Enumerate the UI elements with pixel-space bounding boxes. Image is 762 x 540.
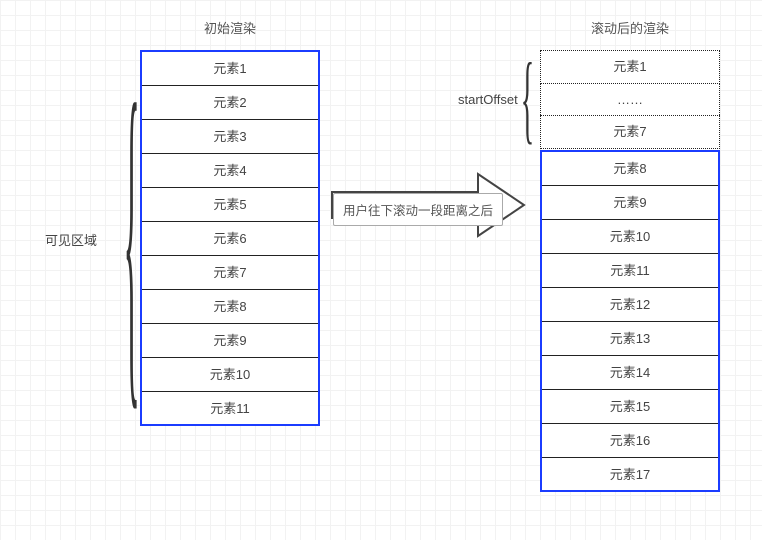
right-offset-list: 元素1 …… 元素7 <box>540 50 720 149</box>
title-left: 初始渲染 <box>160 18 300 37</box>
list-item: 元素14 <box>542 356 718 390</box>
list-item: 元素1 <box>142 52 318 86</box>
arrow-caption: 用户往下滚动一段距离之后 <box>333 193 503 226</box>
list-item: 元素2 <box>142 86 318 120</box>
right-list: 元素8 元素9 元素10 元素11 元素12 元素13 元素14 元素15 元素… <box>540 150 720 492</box>
label-start-offset: startOffset <box>458 92 518 107</box>
list-item: 元素11 <box>542 254 718 288</box>
offset-item: 元素7 <box>540 115 720 149</box>
list-item: 元素3 <box>142 120 318 154</box>
brace-right-icon: { <box>521 48 529 148</box>
list-item: 元素4 <box>142 154 318 188</box>
offset-item: 元素1 <box>540 50 720 84</box>
list-item: 元素9 <box>542 186 718 220</box>
title-right: 滚动后的渲染 <box>550 18 710 37</box>
list-item: 元素15 <box>542 390 718 424</box>
list-item: 元素13 <box>542 322 718 356</box>
list-item: 元素8 <box>542 152 718 186</box>
list-item: 元素17 <box>542 458 718 492</box>
list-item: 元素6 <box>142 222 318 256</box>
list-item: 元素7 <box>142 256 318 290</box>
list-item: 元素10 <box>542 220 718 254</box>
diagram-canvas: 初始渲染 滚动后的渲染 { 可见区域 元素1 元素2 元素3 元素4 元素5 元… <box>0 0 762 540</box>
list-item: 元素10 <box>142 358 318 392</box>
list-item: 元素5 <box>142 188 318 222</box>
list-item: 元素12 <box>542 288 718 322</box>
list-item: 元素16 <box>542 424 718 458</box>
brace-left-icon: { <box>124 50 127 424</box>
label-visible-area: 可见区域 <box>45 230 97 249</box>
list-item: 元素11 <box>142 392 318 426</box>
list-item: 元素8 <box>142 290 318 324</box>
left-list: 元素1 元素2 元素3 元素4 元素5 元素6 元素7 元素8 元素9 元素10… <box>140 50 320 426</box>
list-item: 元素9 <box>142 324 318 358</box>
offset-item: …… <box>540 83 720 117</box>
